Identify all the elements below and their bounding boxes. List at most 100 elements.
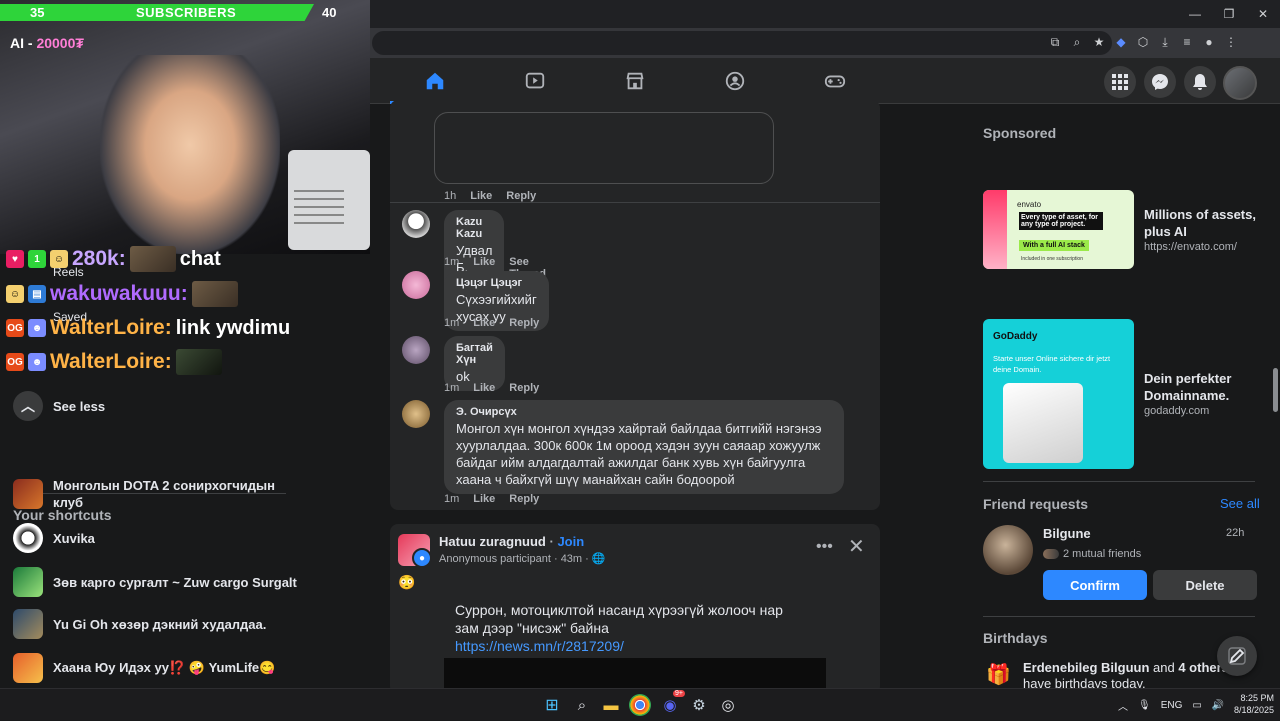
bookmark-star-icon[interactable]: ★ [1090,32,1108,52]
friend-requests-heading: Friend requests [983,496,1089,512]
extension-icon[interactable]: ◆ [1112,32,1130,52]
post-meta: Anonymous participant · 43m · 🌐 [439,552,606,565]
tab-home[interactable] [390,58,480,104]
request-name[interactable]: Bilgune [1043,526,1091,541]
bell-icon [1193,74,1207,90]
sub-goal-label: SUBSCRIBERS [136,5,237,20]
screen-cast-icon[interactable]: ⧉ [1046,32,1064,52]
close-icon[interactable]: ✕ [848,534,865,559]
post-time[interactable]: 43m [561,553,582,565]
chrome-icon[interactable] [629,694,651,716]
discord-icon[interactable]: ◉ 9+ [659,690,685,716]
reply-link[interactable]: Reply [509,493,539,505]
post-link[interactable]: https://news.mn/r/2817209/ [455,638,624,654]
zoom-icon[interactable]: ⌕ [1068,32,1086,52]
language-indicator[interactable]: ENG [1161,700,1183,711]
emote-badge-icon: ☻ [28,353,46,371]
file-explorer-icon[interactable]: ▬ [600,694,622,716]
tab-video[interactable] [490,58,580,104]
commenter-avatar[interactable] [402,210,430,238]
shortcut-item[interactable]: Xuvika [13,523,95,553]
windows-start-icon[interactable]: ⊞ [541,694,563,716]
account-avatar[interactable] [1223,66,1257,100]
post-header: Hatuu zuragnuud · Join [439,534,584,549]
chat-emote [175,349,222,375]
post-card: ● Hatuu zuragnuud · Join Anonymous parti… [390,524,880,698]
shortcut-item[interactable]: Монголын DOTA 2 сонирхогчидын клуб [13,477,283,511]
join-link[interactable]: Join [557,534,584,549]
comment-actions: 1m Like Reply [444,382,539,394]
see-all-link[interactable]: See all [1220,496,1260,511]
comment-media-preview[interactable] [434,112,774,184]
search-icon[interactable]: ⌕ [571,694,593,716]
close-window-button[interactable]: ✕ [1246,0,1280,28]
see-less-button[interactable]: ︿ See less [13,391,105,421]
commenter-avatar[interactable] [402,336,430,364]
reading-list-icon[interactable]: ≡ [1178,32,1196,52]
minimize-button[interactable]: — [1178,0,1212,28]
ad-title[interactable]: Dein perfekter Domainname. [1144,370,1264,404]
more-menu-icon[interactable]: ⋮ [1222,32,1240,52]
ad-title[interactable]: Millions of assets, plus AI [1144,206,1264,240]
shortcut-label: Зөв карго сургалт ~ Zuw cargo Surgalt [53,574,297,590]
shortcut-item[interactable]: Yu Gi Oh хөзөр дэкний худалдаа. [13,609,266,639]
first-badge-icon: 1 [28,250,46,268]
delete-button[interactable]: Delete [1153,570,1257,600]
stream-chat-line: ♥ 1 ☺ 280k: chat [6,244,221,274]
streamer-figure [100,55,280,254]
envato-ad-image[interactable]: envato Every type of asset, for any type… [983,190,1134,269]
menu-button[interactable] [1104,66,1136,98]
puzzle-icon[interactable]: ⬡ [1134,32,1152,52]
obs-icon[interactable]: ◎ [717,694,739,716]
chat-username: wakuwakuuu: [50,282,188,305]
commenter-name[interactable]: Kazu Kazu [456,216,492,240]
tab-gaming[interactable] [790,58,880,104]
like-link[interactable]: Like [473,493,495,505]
godaddy-ad-image[interactable]: GoDaddy Starte unser Online sichere dir … [983,319,1134,469]
commenter-name[interactable]: Багтай Хүн [456,342,493,366]
shortcut-item[interactable]: Зөв карго сургалт ~ Zuw cargo Surgalt [13,567,297,597]
commenter-name[interactable]: Э. Очирсүх [456,406,832,418]
profile-icon[interactable]: ● [1200,32,1218,52]
confirm-button[interactable]: Confirm [1043,570,1147,600]
group-name[interactable]: Hatuu zuragnuud [439,534,546,549]
post-author[interactable]: Anonymous participant [439,553,551,565]
tab-groups[interactable] [690,58,780,104]
monitor-icon[interactable]: ▭ [1192,700,1201,711]
like-link[interactable]: Like [473,382,495,394]
home-icon [426,72,444,90]
address-bar[interactable] [372,31,1112,55]
tray-chevron-icon[interactable]: ︿ [1118,698,1128,713]
clock[interactable]: 8:25 PM 8/18/2025 [1222,692,1274,716]
ad-url[interactable]: godaddy.com [1144,405,1209,417]
window-controls: — ❐ ✕ [1178,0,1280,28]
commenter-name[interactable]: Цэцэг Цэцэг [456,277,537,289]
mutual-count[interactable]: 2 mutual friends [1063,548,1141,560]
tab-marketplace[interactable] [590,58,680,104]
more-options-icon[interactable]: ••• [816,538,833,556]
chat-emote [191,281,238,307]
commenter-avatar[interactable] [402,271,430,299]
reply-link[interactable]: Reply [506,190,536,202]
reply-link[interactable]: Reply [509,317,539,329]
restore-button[interactable]: ❐ [1212,0,1246,28]
group-thumbnail [13,479,43,509]
reply-link[interactable]: Reply [509,382,539,394]
new-message-button[interactable] [1217,636,1257,676]
ad-url[interactable]: https://envato.com/ [1144,241,1237,253]
notifications-button[interactable] [1184,66,1216,98]
scrollbar-thumb[interactable] [1273,368,1278,412]
steam-icon[interactable]: ⚙ [688,694,710,716]
microphone-icon[interactable]: 🎙 [1138,700,1151,711]
mutual-friends: 2 mutual friends [1043,548,1141,560]
commenter-avatar[interactable] [402,400,430,428]
download-icon[interactable]: ⤓ [1156,32,1174,52]
chat-message: link ywdimu [175,316,291,339]
shortcut-item[interactable]: Хаана Юу Идэх уу⁉️ 🤪 YumLife😋 [13,653,275,683]
like-link[interactable]: Like [470,190,492,202]
stream-chat-line: OG ☻ WalterLoire: [6,347,222,377]
like-link[interactable]: Like [473,317,495,329]
messenger-button[interactable] [1144,66,1176,98]
request-avatar[interactable] [983,525,1033,575]
ad-fine-print: Included in one subscription [1021,256,1083,262]
